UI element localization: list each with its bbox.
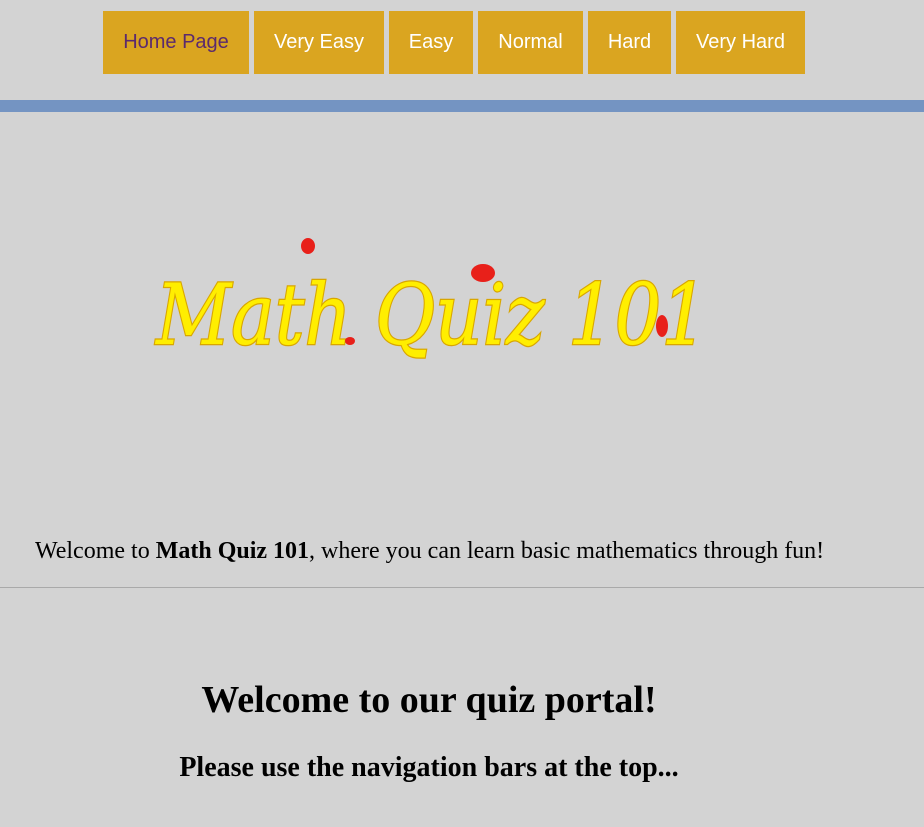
- portal-subtitle: Please use the navigation bars at the to…: [179, 752, 679, 783]
- nav-very-easy[interactable]: Very Easy: [254, 11, 384, 74]
- logo-red-spot: [471, 264, 495, 282]
- logo-red-spot: [345, 337, 355, 345]
- portal-title: Welcome to our quiz portal!: [201, 679, 657, 721]
- intro-brand: Math Quiz 101: [155, 538, 310, 564]
- nav-normal[interactable]: Normal: [478, 11, 583, 74]
- math-quiz-logo: Math Quiz 101: [153, 238, 709, 365]
- nav-very-hard[interactable]: Very Hard: [676, 11, 805, 74]
- logo-red-spot: [656, 315, 668, 337]
- top-navigation: Home Page Very Easy Easy Normal Hard Ver…: [103, 11, 805, 74]
- welcome-intro: Welcome to Math Quiz 101, where you can …: [35, 538, 824, 565]
- header-divider-bar: [0, 100, 924, 112]
- logo-text: Math Quiz 101: [154, 266, 708, 364]
- intro-suffix: , where you can learn basic mathematics …: [309, 538, 825, 564]
- logo-red-spot: [301, 238, 315, 254]
- nav-hard[interactable]: Hard: [588, 11, 671, 74]
- section-divider: [0, 587, 924, 588]
- nav-easy[interactable]: Easy: [389, 11, 473, 74]
- nav-home-page[interactable]: Home Page: [103, 11, 249, 74]
- intro-prefix: Welcome to: [35, 538, 156, 564]
